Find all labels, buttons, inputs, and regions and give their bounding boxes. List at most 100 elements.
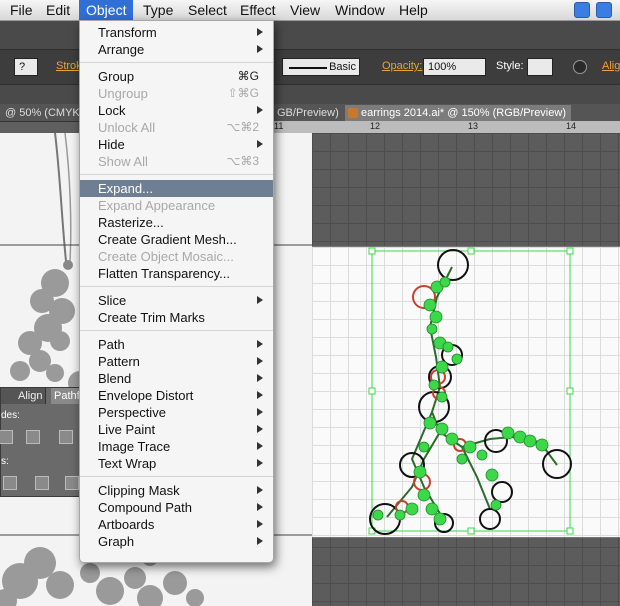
- menu-item-hide[interactable]: Hide: [80, 136, 273, 153]
- menu-item-label: Create Gradient Mesh...: [98, 232, 237, 247]
- tab-left-tail[interactable]: GB/Preview): [272, 105, 344, 121]
- shape-mode-button[interactable]: [59, 430, 73, 444]
- submenu-arrow-icon: [257, 459, 263, 467]
- menu-item-label: Clipping Mask: [98, 483, 180, 498]
- menu-separator: [80, 476, 273, 477]
- menu-object[interactable]: Object: [79, 0, 134, 20]
- menu-item-ungroup: Ungroup ⇧⌘G: [80, 85, 273, 102]
- menu-item-label: Pattern: [98, 354, 140, 369]
- menu-view[interactable]: View: [283, 0, 327, 20]
- menu-item-transform[interactable]: Transform: [80, 24, 273, 41]
- dropbox-icon[interactable]: [574, 2, 590, 18]
- recolor-icon[interactable]: [573, 60, 587, 74]
- menu-item-label: Blend: [98, 371, 132, 386]
- submenu-arrow-icon: [257, 391, 263, 399]
- menu-separator: [80, 174, 273, 175]
- menu-item-perspective[interactable]: Perspective: [80, 404, 273, 421]
- ruler-mark: 12: [370, 121, 381, 131]
- menu-separator: [80, 330, 273, 331]
- menu-item-blend[interactable]: Blend: [80, 370, 273, 387]
- pathfinder-button[interactable]: [65, 476, 79, 490]
- menu-help[interactable]: Help: [392, 0, 435, 20]
- submenu-arrow-icon: [257, 296, 263, 304]
- submenu-arrow-icon: [257, 340, 263, 348]
- menu-window[interactable]: Window: [328, 0, 392, 20]
- menu-item-clipping-mask[interactable]: Clipping Mask: [80, 482, 273, 499]
- menu-item-group[interactable]: Group ⌘G: [80, 68, 273, 85]
- menu-item-arrange[interactable]: Arrange: [80, 41, 273, 58]
- menu-item-label: Show All: [98, 154, 148, 169]
- menu-item-shortcut: ⌘G: [237, 69, 259, 83]
- menu-item-pattern[interactable]: Pattern: [80, 353, 273, 370]
- menu-item-label: Perspective: [98, 405, 166, 420]
- menu-item-path[interactable]: Path: [80, 336, 273, 353]
- menu-item-rasterize[interactable]: Rasterize...: [80, 214, 273, 231]
- menu-item-label: Rasterize...: [98, 215, 164, 230]
- opacity-input[interactable]: 100%: [423, 58, 486, 76]
- menu-item-expand[interactable]: Expand...: [80, 180, 273, 197]
- submenu-arrow-icon: [257, 45, 263, 53]
- menu-item-expand-appearance: Expand Appearance: [80, 197, 273, 214]
- submenu-arrow-icon: [257, 28, 263, 36]
- menu-file[interactable]: File: [3, 0, 40, 20]
- submenu-arrow-icon: [257, 520, 263, 528]
- pathfinder-button[interactable]: [35, 476, 49, 490]
- submenu-arrow-icon: [257, 537, 263, 545]
- menu-item-label: Artboards: [98, 517, 155, 532]
- menu-item-envelope-distort[interactable]: Envelope Distort: [80, 387, 273, 404]
- submenu-arrow-icon: [257, 140, 263, 148]
- ruler-mark: 13: [468, 121, 479, 131]
- menu-select[interactable]: Select: [181, 0, 234, 20]
- menu-item-label: Hide: [98, 137, 125, 152]
- align-label[interactable]: Alig: [602, 60, 620, 72]
- menu-item-flatten-transparency[interactable]: Flatten Transparency...: [80, 265, 273, 282]
- shape-mode-button[interactable]: [26, 430, 40, 444]
- menu-item-slice[interactable]: Slice: [80, 292, 273, 309]
- tab-align[interactable]: Align: [15, 388, 47, 404]
- submenu-arrow-icon: [257, 503, 263, 511]
- menu-edit[interactable]: Edit: [39, 0, 77, 20]
- menu-item-label: Unlock All: [98, 120, 156, 135]
- menu-type[interactable]: Type: [136, 0, 180, 20]
- selected-earring-artwork[interactable]: [312, 247, 620, 537]
- menu-item-lock[interactable]: Lock: [80, 102, 273, 119]
- menu-item-image-trace[interactable]: Image Trace: [80, 438, 273, 455]
- menu-item-create-trim-marks[interactable]: Create Trim Marks: [80, 309, 273, 326]
- menu-item-label: Create Trim Marks: [98, 310, 205, 325]
- menu-item-artboards[interactable]: Artboards: [80, 516, 273, 533]
- menu-item-live-paint[interactable]: Live Paint: [80, 421, 273, 438]
- submenu-arrow-icon: [257, 374, 263, 382]
- menu-effect[interactable]: Effect: [233, 0, 283, 20]
- menu-item-compound-path[interactable]: Compound Path: [80, 499, 273, 516]
- menu-item-label: Slice: [98, 293, 127, 308]
- artboard[interactable]: [312, 246, 620, 538]
- brush-definition-box[interactable]: Basic: [282, 58, 360, 76]
- tab-earrings-document[interactable]: earrings 2014.ai* @ 150% (RGB/Preview): [345, 105, 571, 121]
- menu-item-shortcut: ⌥⌘2: [226, 120, 259, 134]
- submenu-arrow-icon: [257, 486, 263, 494]
- ruler-mark: 11: [274, 121, 284, 131]
- menu-item-text-wrap[interactable]: Text Wrap: [80, 455, 273, 472]
- tab-earrings-label: earrings 2014.ai* @ 150% (RGB/Preview): [361, 107, 566, 119]
- menu-item-graph[interactable]: Graph: [80, 533, 273, 550]
- menu-item-shortcut: ⇧⌘G: [227, 86, 259, 100]
- stroke-line-icon: [289, 67, 327, 69]
- stroke-label[interactable]: Strok: [56, 60, 82, 72]
- opacity-label[interactable]: Opacity:: [382, 60, 422, 72]
- menu-item-label: Graph: [98, 534, 135, 549]
- shape-modes-label: des:: [1, 410, 20, 421]
- menu-item-unlock-all: Unlock All ⌥⌘2: [80, 119, 273, 136]
- menu-separator: [80, 62, 273, 63]
- sync-icon[interactable]: [596, 2, 612, 18]
- shape-mode-button[interactable]: [0, 430, 13, 444]
- style-swatch[interactable]: [527, 58, 553, 76]
- menu-item-label: Expand Appearance: [98, 198, 216, 213]
- menu-item-label: Arrange: [98, 42, 145, 57]
- menu-item-label: Text Wrap: [98, 456, 157, 471]
- submenu-arrow-icon: [257, 357, 263, 365]
- stroke-weight-box[interactable]: ?: [14, 58, 38, 76]
- pathfinder-button[interactable]: [3, 476, 17, 490]
- menu-item-create-gradient-mesh[interactable]: Create Gradient Mesh...: [80, 231, 273, 248]
- submenu-arrow-icon: [257, 106, 263, 114]
- menu-item-label: Path: [98, 337, 125, 352]
